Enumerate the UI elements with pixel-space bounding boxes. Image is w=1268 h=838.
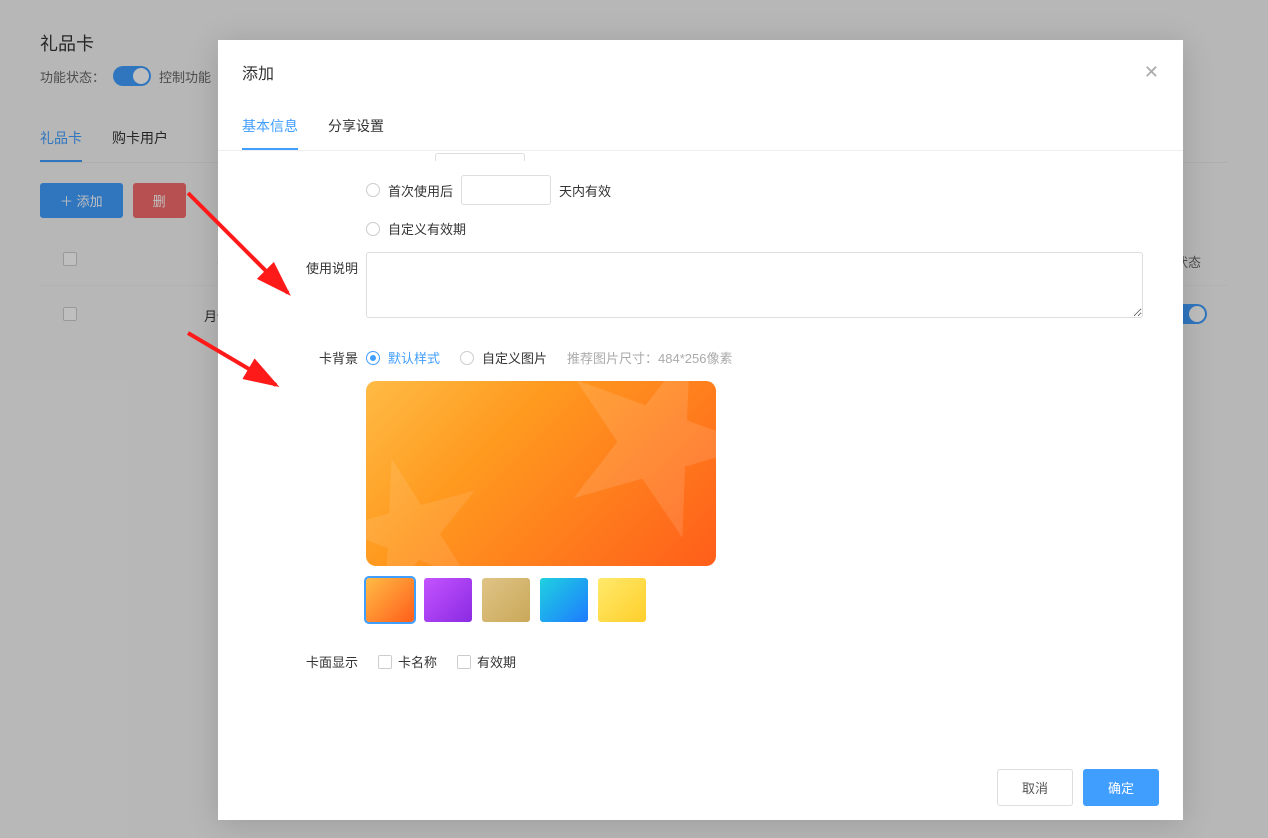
radio-custom-validity[interactable] [366,222,380,236]
modal-footer: 取消 确定 [218,755,1183,820]
swatch-blue[interactable] [540,578,588,622]
card-name-label: 卡名称 [398,652,437,671]
cut-left: 购买后 [388,159,427,162]
swatch-purple[interactable] [424,578,472,622]
days-after-first-use-input[interactable] [461,175,551,205]
days-after-purchase-input[interactable] [435,153,525,161]
validity-row: 首次使用后 天内有效 自定义有效期 [258,175,1143,238]
expiry-label: 有效期 [477,652,516,671]
swatch-yellow[interactable] [598,578,646,622]
cancel-button[interactable]: 取消 [997,769,1073,806]
add-modal: 添加 ✕ 基本信息 分享设置 购买后 天内有效 首次使用后 天内有效 [218,40,1183,820]
card-display-row: 卡面显示 卡名称 有效期 [258,652,1143,671]
card-bg-row: 卡背景 默认样式 自定义图片 推荐图片尺寸：484*256像素 [258,348,1143,367]
instructions-row: 使用说明 [258,252,1143,318]
radio-first-use[interactable] [366,183,380,197]
tab-basic-info[interactable]: 基本信息 [242,104,298,150]
cut-off-row: 购买后 天内有效 [366,153,1143,161]
swatch-gold[interactable] [482,578,530,622]
modal-header: 添加 ✕ [218,40,1183,104]
ok-button[interactable]: 确定 [1083,769,1159,806]
card-display-label: 卡面显示 [258,652,358,671]
close-icon[interactable]: ✕ [1144,63,1159,81]
radio-default-style[interactable] [366,351,380,365]
modal-body[interactable]: 购买后 天内有效 首次使用后 天内有效 自定义有效期 使 [218,151,1183,755]
instructions-textarea[interactable] [366,252,1143,318]
firstuse-right: 天内有效 [559,181,611,200]
image-size-hint: 推荐图片尺寸：484*256像素 [567,348,732,367]
instructions-label: 使用说明 [258,252,358,277]
tab-share-settings[interactable]: 分享设置 [328,104,384,150]
modal-title: 添加 [242,60,274,84]
swatch-orange[interactable] [366,578,414,622]
validity-label [258,175,358,181]
firstuse-left: 首次使用后 [388,181,453,200]
default-style-label: 默认样式 [388,348,440,367]
checkbox-card-name[interactable] [378,655,392,669]
custom-image-label: 自定义图片 [482,348,547,367]
swatch-row [366,578,1143,622]
custom-validity-label: 自定义有效期 [388,219,466,238]
modal-tabs: 基本信息 分享设置 [218,104,1183,151]
radio-custom-image[interactable] [460,351,474,365]
card-bg-label: 卡背景 [258,348,358,367]
checkbox-expiry[interactable] [457,655,471,669]
cut-right: 天内有效 [533,159,585,162]
card-preview [366,381,716,566]
